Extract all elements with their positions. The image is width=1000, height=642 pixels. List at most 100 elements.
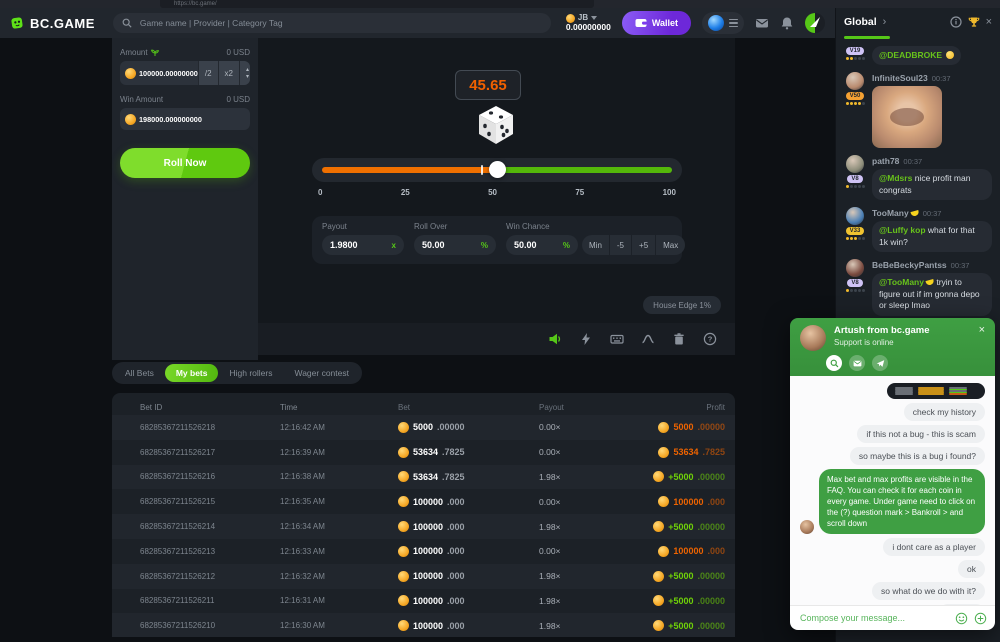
chat-username[interactable]: path7800:37 bbox=[872, 156, 992, 166]
coin-icon bbox=[653, 471, 664, 482]
chat-mention[interactable]: @Mdsrs bbox=[879, 173, 912, 183]
coin-icon bbox=[398, 546, 409, 557]
compose-input[interactable] bbox=[798, 612, 949, 624]
turbo-lightning-icon[interactable] bbox=[579, 332, 593, 346]
chance-minus-5-button[interactable]: -5 bbox=[609, 235, 631, 255]
support-telegram-icon[interactable] bbox=[872, 355, 888, 371]
slider-handle[interactable] bbox=[489, 161, 506, 178]
chat-user-avatar[interactable] bbox=[846, 259, 864, 277]
messages-icon[interactable] bbox=[755, 16, 769, 30]
payout-unit: x bbox=[384, 241, 396, 250]
table-row[interactable]: 6828536721152621112:16:31 AM100000.0001.… bbox=[112, 589, 735, 614]
slider-track[interactable] bbox=[322, 167, 672, 173]
chat-username[interactable]: TooMany00:37 bbox=[872, 208, 992, 218]
time-cell: 12:16:38 AM bbox=[280, 472, 398, 481]
level-badge: V8 bbox=[847, 175, 862, 183]
bet-id-cell: 68285367211526212 bbox=[140, 572, 280, 581]
chat-user-avatar[interactable] bbox=[846, 155, 864, 173]
amount-stepper[interactable]: ▴▾ bbox=[239, 61, 250, 85]
chat-channel[interactable]: Global bbox=[844, 16, 877, 28]
chat-message: V50 InfiniteSoul2300:37 bbox=[844, 72, 992, 148]
bet-amount-input[interactable]: 100000.00000000 /2 x2 ▴▾ bbox=[120, 61, 250, 85]
tab-all-bets[interactable]: All Bets bbox=[114, 364, 165, 382]
table-row[interactable]: 6828536721152621812:16:42 AM5000.000000.… bbox=[112, 415, 735, 440]
volume-icon[interactable] bbox=[548, 332, 562, 346]
table-row[interactable]: 6828536721152621012:16:30 AM100000.0001.… bbox=[112, 613, 735, 637]
support-chat-icon[interactable] bbox=[805, 13, 825, 33]
chance-min-button[interactable]: Min bbox=[582, 235, 609, 255]
level-badge: V50 bbox=[846, 92, 865, 100]
notifications-bell-icon[interactable] bbox=[780, 16, 794, 30]
dice-icon bbox=[474, 104, 518, 148]
chat-header: Global › × bbox=[836, 8, 1000, 36]
bet-id-cell: 68285367211526213 bbox=[140, 547, 280, 556]
trophy-icon[interactable] bbox=[968, 16, 980, 28]
tab-my-bets[interactable]: My bets bbox=[165, 364, 219, 382]
support-agent-avatar bbox=[800, 325, 826, 351]
bets-tabs: All BetsMy betsHigh rollersWager contest bbox=[112, 362, 362, 384]
coin-icon bbox=[398, 422, 409, 433]
table-row[interactable]: 6828536721152621412:16:34 AM100000.0001.… bbox=[112, 514, 735, 539]
win-chance-unit: % bbox=[555, 241, 570, 250]
time-cell: 12:16:32 AM bbox=[280, 572, 398, 581]
roll-over-label: Roll Over bbox=[414, 222, 496, 231]
live-stats-icon[interactable] bbox=[641, 332, 655, 346]
chat-mention[interactable]: @DEADBROKE bbox=[879, 50, 942, 60]
wallet-button[interactable]: Wallet bbox=[622, 11, 691, 35]
table-row[interactable]: 6828536721152621512:16:35 AM100000.0000.… bbox=[112, 489, 735, 514]
house-edge-badge: House Edge 1% bbox=[643, 296, 721, 314]
col-bet: Bet bbox=[398, 403, 528, 412]
chat-active-indicator bbox=[844, 36, 890, 39]
bet-id-cell: 68285367211526211 bbox=[140, 596, 280, 605]
payout-input[interactable]: 1.9800 x bbox=[322, 235, 404, 255]
double-bet-button[interactable]: x2 bbox=[218, 61, 239, 85]
chat-mention[interactable]: @TooMany bbox=[879, 277, 924, 287]
roll-over-input[interactable]: 50.00 % bbox=[414, 235, 496, 255]
support-image-attachment[interactable] bbox=[887, 383, 985, 399]
table-row[interactable]: 6828536721152621212:16:32 AM100000.0001.… bbox=[112, 564, 735, 589]
chat-mention[interactable]: @Luffy kop bbox=[879, 225, 926, 235]
profit-cell: +5000.00000 bbox=[653, 620, 725, 631]
support-email-icon[interactable] bbox=[849, 355, 865, 371]
attach-icon[interactable] bbox=[974, 612, 987, 625]
chat-username[interactable]: InfiniteSoul2300:37 bbox=[872, 73, 992, 83]
chat-username[interactable]: BeBeBeckyPantss00:37 bbox=[872, 260, 992, 270]
amount-label: Amount bbox=[120, 48, 148, 57]
balance-selector[interactable]: JB 0.00000000 bbox=[566, 14, 611, 32]
coin-icon bbox=[398, 471, 409, 482]
emoji-icon[interactable] bbox=[955, 612, 968, 625]
clear-bets-trash-icon[interactable] bbox=[672, 332, 686, 346]
search-input[interactable] bbox=[138, 17, 542, 29]
chat-close-icon[interactable]: × bbox=[986, 16, 992, 28]
bc-logo[interactable]: BC.GAME bbox=[10, 16, 95, 31]
roll-now-button[interactable]: Roll Now bbox=[120, 148, 250, 178]
chevron-right-icon[interactable]: › bbox=[883, 16, 887, 28]
coin-icon bbox=[398, 571, 409, 582]
hotkeys-keyboard-icon[interactable] bbox=[610, 332, 624, 346]
table-row[interactable]: 6828536721152621312:16:33 AM100000.0000.… bbox=[112, 539, 735, 564]
profit-cell: +5000.00000 bbox=[653, 571, 725, 582]
table-row[interactable]: 6828536721152621712:16:39 AM53634.78250.… bbox=[112, 440, 735, 465]
tab-high-rollers[interactable]: High rollers bbox=[218, 364, 283, 382]
chance-plus-5-button[interactable]: +5 bbox=[631, 235, 655, 255]
win-chance-input[interactable]: 50.00 % bbox=[506, 235, 578, 255]
chat-user-avatar[interactable] bbox=[846, 207, 864, 225]
support-close-icon[interactable]: × bbox=[979, 325, 985, 336]
user-menu[interactable] bbox=[702, 12, 744, 34]
address-bar[interactable]: https://bc.game/ bbox=[160, 0, 594, 8]
tab-wager-contest[interactable]: Wager contest bbox=[283, 364, 360, 382]
help-icon[interactable]: ? bbox=[703, 332, 717, 346]
support-search-icon[interactable] bbox=[826, 355, 842, 371]
win-amount-value: 198000.000000000 bbox=[139, 115, 250, 124]
chat-image-attachment[interactable] bbox=[872, 86, 942, 148]
chat-user-avatar[interactable] bbox=[846, 72, 864, 90]
win-amount-input: 198000.000000000 bbox=[120, 108, 250, 130]
coin-icon bbox=[398, 496, 409, 507]
game-search[interactable] bbox=[113, 13, 551, 33]
chat-info-icon[interactable] bbox=[950, 16, 962, 28]
chance-max-button[interactable]: Max bbox=[655, 235, 685, 255]
roll-over-slider[interactable] bbox=[312, 158, 682, 182]
half-bet-button[interactable]: /2 bbox=[198, 61, 218, 85]
table-row[interactable]: 6828536721152621612:16:38 AM53634.78251.… bbox=[112, 465, 735, 490]
roll-result: 45.65 bbox=[455, 70, 521, 100]
